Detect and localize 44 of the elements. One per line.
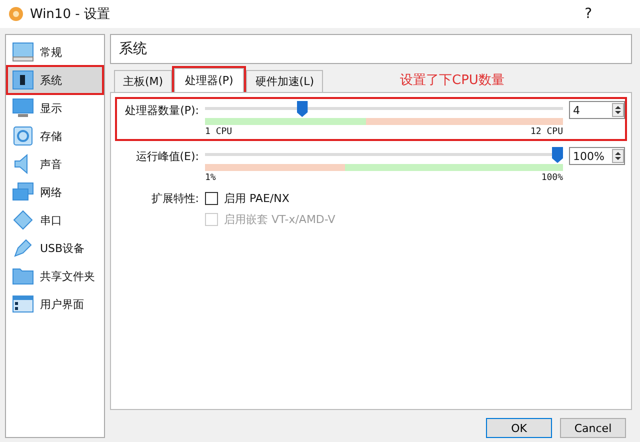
sidebar-item[interactable]: 存储 [8,123,102,149]
cancel-button[interactable]: Cancel [560,418,626,438]
sidebar-item[interactable]: 声音 [8,151,102,177]
slider[interactable] [205,147,563,163]
slider-label: 处理器数量(P): [124,103,199,118]
monitor-icon [12,98,34,118]
sidebar-item[interactable]: 共享文件夹 [8,263,102,289]
spin-arrows-icon [612,149,624,163]
annotation-text: 设置了下CPU数量 [400,72,504,89]
checkbox-label: 启用嵌套 VT-x/AMD-V [224,212,336,227]
connector-icon [12,210,34,230]
window-title: Win10 - 设置 [30,6,111,23]
max-label: 12 CPU [530,127,563,137]
tab[interactable]: 主板(M) [114,70,172,92]
slider-label: 运行峰值(E): [134,149,199,164]
slider[interactable] [205,101,563,117]
spin-box[interactable]: 100% [569,147,625,165]
sidebar-item[interactable]: 串口 [8,207,102,233]
sidebar-item[interactable]: 系统 [8,67,102,93]
help-button[interactable]: ? [584,6,592,22]
tab[interactable]: 处理器(P) [174,68,244,92]
gear-icon [8,6,24,22]
sidebar-item[interactable]: 用户界面 [8,291,102,317]
folder-icon [12,266,34,286]
ok-button[interactable]: OK [486,418,552,438]
sidebar-item[interactable]: 网络 [8,179,102,205]
checkbox-label: 启用 PAE/NX [224,191,290,206]
section-title: 系统 [110,34,632,64]
monitor-icon [12,42,34,62]
spin-arrows-icon [612,103,624,117]
chip-icon [12,70,34,90]
features-label: 扩展特性: [150,191,199,206]
sidebar-item[interactable]: 常规 [8,39,102,65]
network-icon [12,182,34,202]
max-label: 100% [541,173,563,183]
tab[interactable]: 硬件加速(L) [246,70,324,92]
min-label: 1 CPU [205,127,232,137]
sidebar-item[interactable]: USB设备 [8,235,102,261]
min-label: 1% [205,173,216,183]
window-icon [12,294,34,314]
sidebar-item[interactable]: 显示 [8,95,102,121]
checkbox[interactable] [205,192,218,205]
usb-icon [12,238,34,258]
spin-box[interactable]: 4 [569,101,625,119]
